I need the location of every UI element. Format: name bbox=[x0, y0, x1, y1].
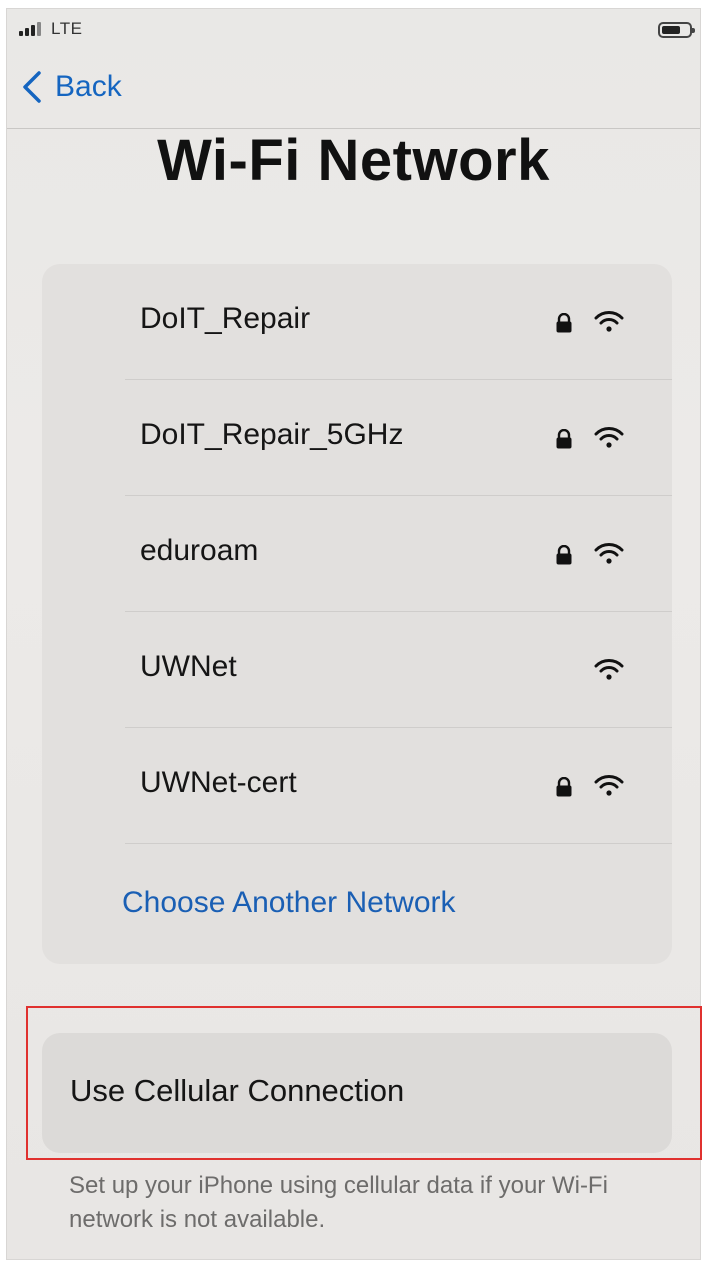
navigation-bar: Back bbox=[7, 53, 700, 129]
network-name: UWNet bbox=[140, 650, 237, 683]
network-list: DoIT_Repair DoIT_Repair_5GHzeduroam UWNet U… bbox=[42, 264, 672, 964]
signal-bars-icon bbox=[19, 22, 45, 36]
wifi-signal-icon bbox=[594, 657, 624, 681]
wifi-signal-icon bbox=[594, 425, 624, 449]
page-title: Wi-Fi Network bbox=[157, 128, 550, 193]
network-row[interactable]: UWNet-cert bbox=[125, 728, 672, 844]
network-row[interactable]: UWNet bbox=[125, 612, 672, 728]
lock-icon bbox=[555, 776, 573, 797]
network-row[interactable]: DoIT_Repair bbox=[125, 264, 672, 380]
cellular-footnote: Set up your iPhone using cellular data i… bbox=[69, 1172, 608, 1233]
chevron-left-icon bbox=[23, 71, 41, 103]
network-row[interactable]: eduroam bbox=[125, 496, 672, 612]
network-name: UWNet-cert bbox=[140, 766, 297, 799]
wifi-signal-icon bbox=[594, 541, 624, 565]
network-name: eduroam bbox=[140, 534, 259, 567]
network-name: DoIT_Repair_5GHz bbox=[140, 418, 404, 451]
wifi-signal-icon bbox=[594, 773, 624, 797]
battery-icon bbox=[658, 22, 695, 38]
network-name: DoIT_Repair bbox=[140, 302, 311, 335]
use-cellular-connection-button[interactable]: Use Cellular Connection bbox=[42, 1033, 672, 1153]
back-button[interactable]: Back bbox=[21, 67, 122, 107]
choose-another-network-link[interactable]: Choose Another Network bbox=[122, 886, 456, 920]
back-label: Back bbox=[55, 70, 122, 103]
lock-icon bbox=[555, 544, 573, 565]
network-row[interactable]: DoIT_Repair_5GHz bbox=[125, 380, 672, 496]
lock-icon bbox=[555, 312, 573, 333]
iphone-screen: LTE Back Wi-Fi Network DoIT_Repair DoIT_R… bbox=[6, 8, 702, 1260]
lock-icon bbox=[555, 428, 573, 449]
carrier-label: LTE bbox=[51, 19, 83, 38]
status-bar: LTE bbox=[7, 9, 700, 53]
cellular-button-label: Use Cellular Connection bbox=[70, 1073, 405, 1108]
wifi-signal-icon bbox=[594, 309, 624, 333]
